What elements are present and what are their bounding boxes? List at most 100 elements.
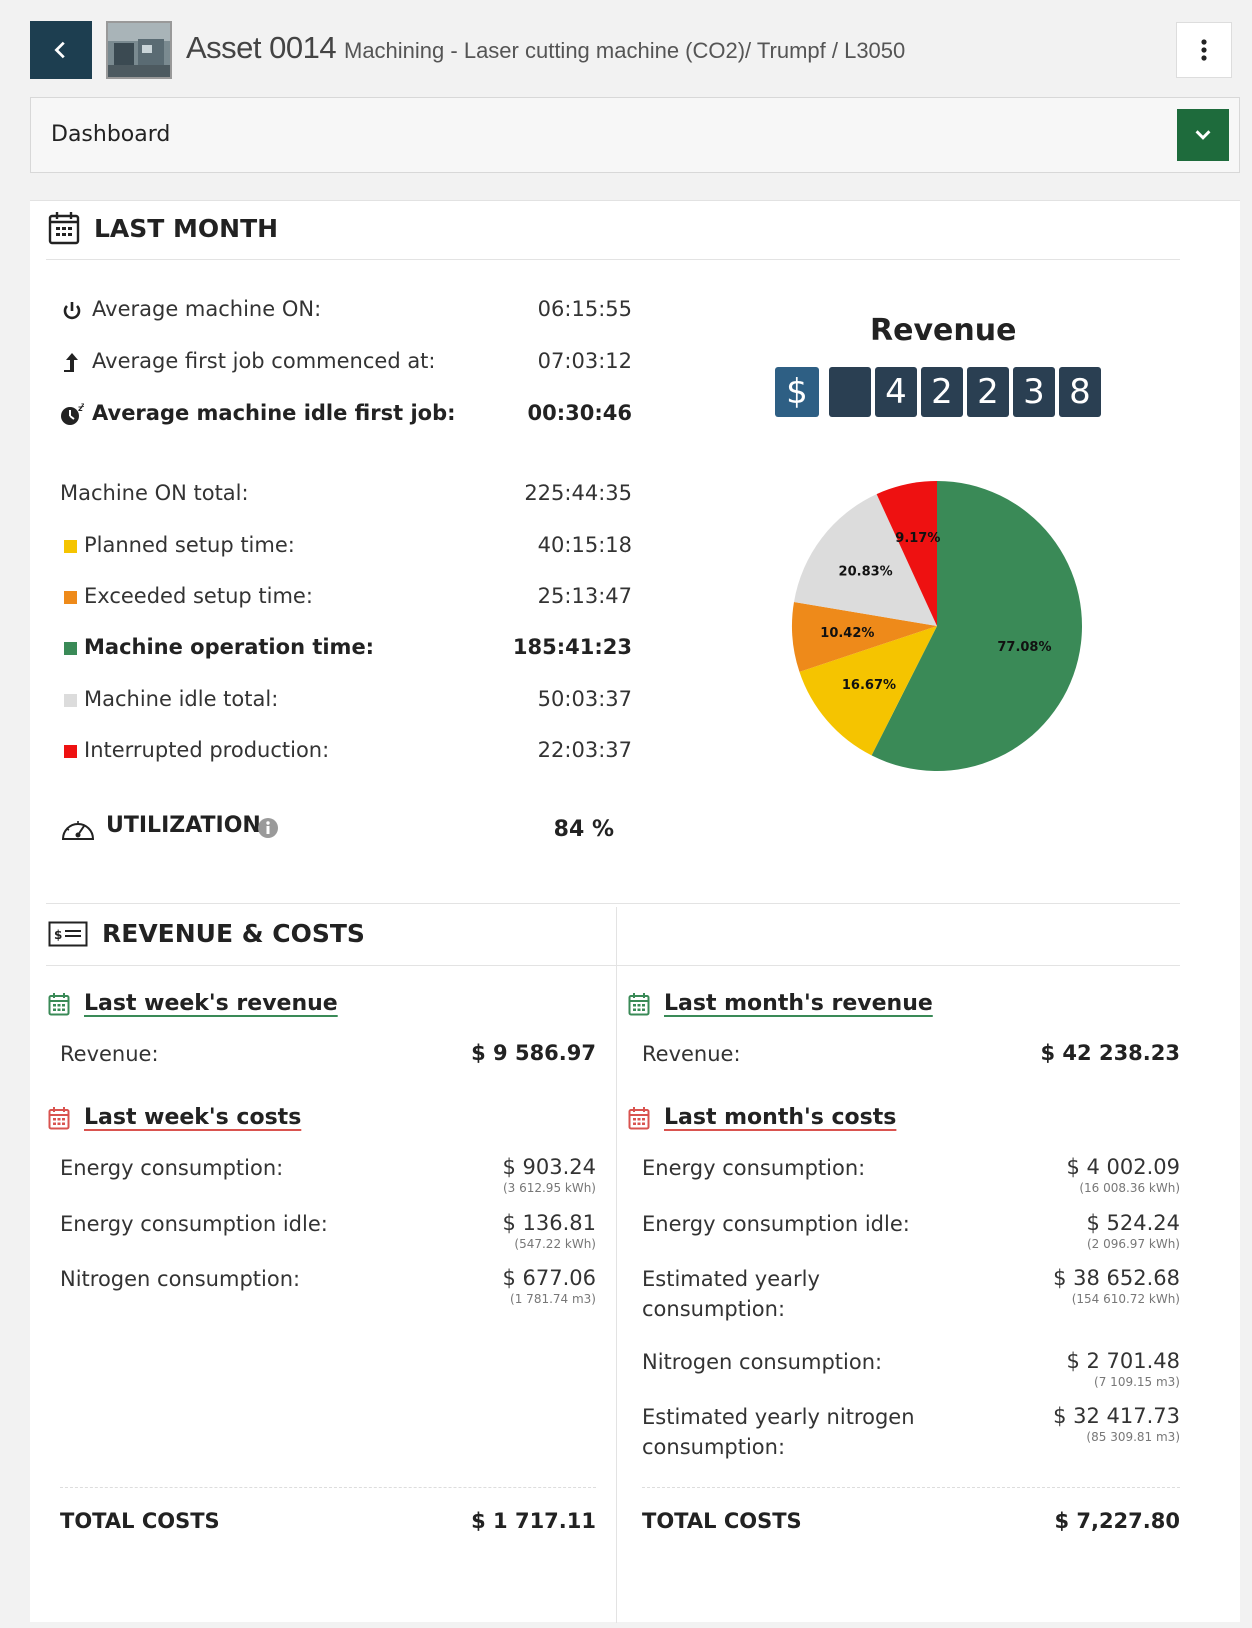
pie-svg: 77.08% 16.67% 10.42% 20.83% 9.17% (792, 481, 1082, 771)
cost-quantity: (3 612.95 kWh) (502, 1181, 596, 1195)
cost-quantity: (154 610.72 kWh) (1071, 1292, 1180, 1306)
asset-subtitle: Machining - Laser cutting machine (CO2)/… (344, 38, 906, 63)
vertical-dots-icon (1201, 39, 1207, 61)
revenue-row: Revenue: $ 42 238.23 (642, 1039, 1180, 1071)
last-month-revenue-heading[interactable]: Last month's revenue (628, 991, 933, 1016)
stat-label: Machine ON total: (60, 481, 249, 505)
week-total-costs-value: $ 1 717.11 (471, 1509, 596, 1533)
last-week-costs-heading[interactable]: Last week's costs (48, 1105, 301, 1130)
dropdown-toggle-button[interactable] (1177, 109, 1229, 161)
cost-row: Nitrogen consumption: $ 2 701.48 (7 109.… (642, 1347, 1180, 1397)
pie-slice-label: 77.08% (997, 640, 1051, 655)
stat-value: 50:03:37 (537, 687, 632, 711)
utilization-value: 84 % (553, 817, 614, 842)
asset-name: Asset 0014 (186, 30, 337, 65)
last-month-title: LAST MONTH (94, 213, 279, 243)
legend-swatch (64, 591, 77, 604)
cost-label: Energy consumption idle: (60, 1212, 328, 1236)
last-month-costs-heading[interactable]: Last month's costs (628, 1105, 896, 1130)
cost-value: $ 4 002.09 (1066, 1155, 1180, 1179)
revenue-value: $ 9 586.97 (471, 1041, 596, 1065)
stat-value: 185:41:23 (512, 635, 632, 659)
asset-thumbnail[interactable] (106, 21, 172, 79)
calendar-red-icon (48, 1106, 70, 1129)
view-select-value: Dashboard (51, 122, 171, 147)
cost-row: Energy consumption: $ 903.24 (3 612.95 k… (60, 1153, 596, 1203)
stat-value: 00:30:46 (527, 401, 632, 425)
revenue-costs-heading: $ REVENUE & COSTS (48, 919, 365, 948)
month-total-costs-value: $ 7,227.80 (1054, 1509, 1180, 1533)
cost-quantity: (547.22 kWh) (514, 1237, 596, 1251)
cost-quantity: (2 096.97 kWh) (1086, 1237, 1180, 1251)
first-job-arrow-icon (64, 353, 78, 372)
cost-label-line: Estimated yearly (642, 1267, 820, 1291)
stat-label: Machine operation time: (84, 635, 375, 659)
cost-value: $ 136.81 (502, 1211, 596, 1235)
idle-clock-icon: zz (61, 403, 84, 425)
cost-label: Energy consumption: (60, 1156, 284, 1180)
chevron-left-icon (54, 41, 65, 59)
stat-label: Interrupted production: (84, 738, 330, 762)
week-total-costs-label: TOTAL COSTS (60, 1509, 220, 1533)
calendar-green-icon (48, 992, 70, 1015)
divider (46, 965, 1180, 966)
last-month-costs-title: Last month's costs (664, 1105, 897, 1130)
counter-digit (829, 367, 871, 417)
divider (46, 259, 1180, 260)
cost-row: Nitrogen consumption: $ 677.06 (1 781.74… (60, 1264, 596, 1314)
stat-value: 25:13:47 (537, 584, 632, 608)
breakdown-row: Machine operation time: 185:41:23 (60, 635, 632, 675)
revenue-label: Revenue: (642, 1042, 741, 1066)
divider (46, 903, 1180, 904)
cost-label-line: consumption: (642, 1435, 786, 1459)
bill-icon: $ (48, 921, 88, 946)
chevron-down-icon (1195, 130, 1211, 140)
cost-label: Nitrogen consumption: (60, 1267, 301, 1291)
last-week-costs-title: Last week's costs (84, 1105, 302, 1130)
time-breakdown-pie-chart: 77.08% 16.67% 10.42% 20.83% 9.17% (785, 471, 1095, 781)
column-divider (616, 907, 617, 1623)
calendar-red-icon (628, 1106, 650, 1129)
back-button[interactable] (30, 21, 92, 79)
calendar-icon (48, 212, 80, 245)
cost-label: Energy consumption idle: (642, 1212, 910, 1236)
revenue-value: $ 42 238.23 (1040, 1041, 1181, 1065)
svg-text:z: z (81, 403, 84, 409)
stat-row: zz Average machine idle first job: 00:30… (60, 401, 632, 441)
last-month-revenue-title: Last month's revenue (664, 991, 933, 1016)
counter-digit: 3 (1013, 367, 1055, 417)
breakdown-row: Exceeded setup time: 25:13:47 (60, 584, 632, 624)
cost-quantity: (16 008.36 kWh) (1079, 1181, 1180, 1195)
stat-value: 07:03:12 (537, 349, 632, 373)
last-week-revenue-title: Last week's revenue (84, 991, 338, 1016)
cost-value: $ 524.24 (1086, 1211, 1180, 1235)
legend-swatch (64, 642, 77, 655)
power-icon (63, 302, 81, 320)
revenue-label: Revenue: (60, 1042, 159, 1066)
counter-digit: 2 (921, 367, 963, 417)
cost-quantity: (1 781.74 m3) (510, 1292, 596, 1306)
counter-digit: 8 (1059, 367, 1101, 417)
revenue-row: Revenue: $ 9 586.97 (60, 1039, 596, 1071)
utilization-row: UTILIZATION 84 % (60, 811, 632, 851)
last-week-revenue-heading[interactable]: Last week's revenue (48, 991, 338, 1016)
gauge-icon (61, 821, 95, 840)
revenue-counter: $ 4 2 2 3 8 (775, 367, 1101, 417)
stat-label: Average first job commenced at: (92, 349, 436, 373)
stat-label: Average machine idle first job: (92, 401, 456, 425)
cost-label: Energy consumption: (642, 1156, 866, 1180)
cost-value: $ 2 701.48 (1066, 1349, 1180, 1373)
machine-on-total-row: Machine ON total: 225:44:35 (60, 481, 632, 521)
info-icon[interactable] (257, 817, 279, 839)
last-month-heading: LAST MONTH (48, 211, 278, 245)
more-menu-button[interactable] (1176, 22, 1232, 78)
cost-row: Estimated yearly consumption: $ 38 652.6… (642, 1264, 1180, 1334)
cost-quantity: (7 109.15 m3) (1094, 1375, 1180, 1389)
legend-swatch (64, 745, 77, 758)
cost-label: Estimated yearly nitrogen consumption: (642, 1402, 915, 1462)
stat-value: 06:15:55 (537, 297, 632, 321)
cost-quantity: (85 309.81 m3) (1086, 1430, 1180, 1444)
view-select[interactable]: Dashboard (30, 97, 1240, 173)
cost-label-line: Estimated yearly nitrogen (642, 1405, 915, 1429)
stat-label: Average machine ON: (92, 297, 322, 321)
